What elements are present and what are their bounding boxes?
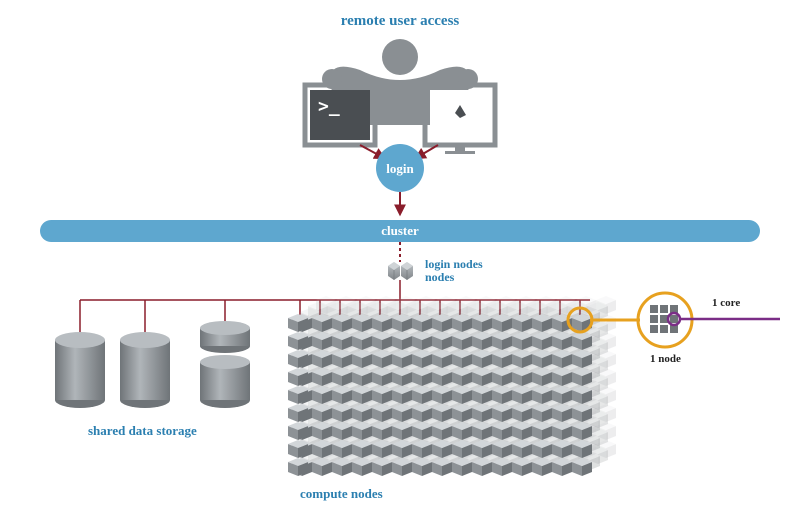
svg-text:>_: >_	[318, 96, 340, 117]
storage-label: shared data storage	[88, 423, 197, 438]
login-nodes-icon	[388, 262, 413, 280]
cluster-label: cluster	[381, 223, 419, 238]
storage-icon	[55, 321, 250, 408]
terminal-icon: >_	[305, 85, 375, 145]
login-nodes-label: login nodesnodes	[425, 257, 483, 284]
compute-grid	[288, 296, 616, 476]
login-label: login	[386, 161, 414, 176]
one-core-label: 1 core	[712, 297, 740, 309]
gui-icon	[425, 85, 495, 154]
cluster-bar: cluster	[40, 220, 760, 242]
title: remote user access	[341, 13, 460, 29]
one-node-label: 1 node	[650, 353, 681, 365]
compute-label: compute nodes	[300, 486, 383, 501]
login-badge: login	[376, 144, 424, 192]
